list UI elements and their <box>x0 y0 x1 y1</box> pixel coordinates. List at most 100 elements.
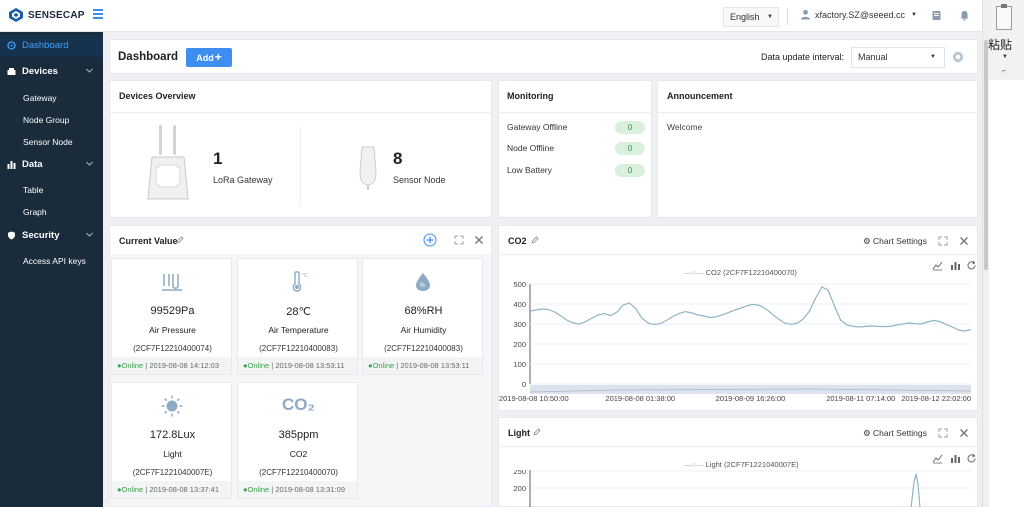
language-value: English <box>730 12 760 22</box>
sensor-timestamp: 2019-08-08 14:12:03 <box>149 361 219 370</box>
sidebar-item-table[interactable]: Table <box>23 185 43 195</box>
sidebar-item-node-group[interactable]: Node Group <box>23 115 69 125</box>
chart-settings-button[interactable]: ⚙ Chart Settings <box>863 428 927 439</box>
document-icon[interactable] <box>931 10 942 21</box>
gateway-device-icon <box>147 125 189 200</box>
user-menu[interactable]: xfactory.SZ@seeed.cc ▼ <box>800 9 917 20</box>
main-content: Dashboard Add+ Data update interval: Man… <box>103 33 982 507</box>
gear-icon[interactable] <box>952 51 964 63</box>
divider <box>110 112 491 113</box>
y-tick-label: 0 <box>522 380 526 389</box>
sensor-tile-air-pressure[interactable]: 99529Pa Air Pressure (2CF7F12210400074) … <box>111 258 232 375</box>
monitoring-low-battery-label: Low Battery <box>507 165 552 175</box>
trend-icon[interactable] <box>932 453 943 464</box>
y-tick-label: 100 <box>513 360 526 369</box>
divider <box>300 126 301 206</box>
gear-icon: ⚙ <box>863 428 871 438</box>
light-chart-card: Light ⚙ Chart Settings —○— Light (2CF7F1… <box>498 417 978 507</box>
x-tick-label: 2019-08-12 22:02:00 <box>901 394 971 403</box>
card-title: Monitoring <box>507 91 554 101</box>
sidebar-item-gateway[interactable]: Gateway <box>23 93 57 103</box>
sensecap-logo-icon <box>9 8 23 22</box>
sensor-tile-co2[interactable]: CO₂ 385ppm CO2 (2CF7F12210400070) ●Onlin… <box>237 382 358 499</box>
divider <box>787 8 788 25</box>
sensor-tile-air-temperature[interactable]: °C 28℃ Air Temperature (2CF7F12210400083… <box>237 258 358 375</box>
sensor-name: Light <box>163 449 182 459</box>
chart-settings-button[interactable]: ⚙ Chart Settings <box>863 236 927 247</box>
page-title: Dashboard <box>118 51 179 63</box>
chart-legend[interactable]: —○— Light (2CF7F1221040007E) <box>684 460 799 469</box>
sun-icon <box>161 395 183 417</box>
zoom-slider[interactable] <box>529 385 972 394</box>
data-update-interval-select[interactable]: Manual ▼ <box>851 47 945 68</box>
sensor-tile-light[interactable]: 172.8Lux Light (2CF7F1221040007E) ●Onlin… <box>111 382 232 499</box>
sidebar-item-devices[interactable]: Devices <box>0 61 103 83</box>
brand-logo[interactable]: SENSECAP <box>8 7 85 23</box>
sidebar-item-security[interactable]: Security <box>0 225 103 247</box>
monitoring-node-offline-badge: 0 <box>615 142 645 155</box>
co2-icon: CO₂ <box>281 395 316 414</box>
add-button[interactable]: Add+ <box>186 48 232 67</box>
user-icon <box>801 9 810 20</box>
expand-icon[interactable] <box>454 235 464 245</box>
page-scrollbar[interactable] <box>983 0 989 507</box>
legend-marker: —○— <box>684 268 704 277</box>
chevron-down-icon <box>86 161 93 166</box>
edit-pencil-icon[interactable] <box>176 236 184 244</box>
bell-icon[interactable] <box>959 10 970 21</box>
scrollbar-thumb[interactable] <box>984 40 988 270</box>
clipboard-icon[interactable] <box>996 4 1012 30</box>
dashboard-icon <box>7 41 16 50</box>
y-tick-label: 200 <box>513 484 526 493</box>
sidebar-item-sensor-node[interactable]: Sensor Node <box>23 137 73 147</box>
divider <box>499 446 977 447</box>
language-select[interactable]: English ▼ <box>723 7 779 27</box>
trend-icon[interactable] <box>932 260 943 271</box>
light-line-chart[interactable]: 200 250 <box>499 470 979 507</box>
chart-legend[interactable]: —○— CO2 (2CF7F12210400070) <box>684 268 797 277</box>
divider <box>499 254 977 255</box>
monitoring-node-offline-label: Node Offline <box>507 143 555 153</box>
sensor-name: Air Pressure <box>149 325 196 335</box>
sensor-timestamp: 2019-08-08 13:53:11 <box>400 361 470 370</box>
announcement-text: Welcome <box>667 122 703 132</box>
edit-pencil-icon[interactable] <box>531 236 539 244</box>
refresh-icon[interactable] <box>966 453 977 464</box>
co2-line-chart[interactable]: 0 100 200 300 400 500 2019-08-08 10:50:00 2019… <box>499 278 979 412</box>
bar-chart-icon[interactable] <box>950 260 961 271</box>
sidebar-item-dashboard[interactable]: Dashboard <box>0 35 103 57</box>
close-icon[interactable] <box>959 236 969 246</box>
card-title: Devices Overview <box>119 91 196 101</box>
expand-icon[interactable] <box>938 428 948 438</box>
sidebar: Dashboard Devices Gateway Node Group Sen… <box>0 32 103 507</box>
external-window-edge: 粘贴 ▼ ⌐ <box>982 0 1024 507</box>
bar-chart-icon[interactable] <box>950 453 961 464</box>
refresh-icon[interactable] <box>966 260 977 271</box>
chevron-down-icon[interactable]: ▼ <box>1002 54 1008 60</box>
sidebar-item-access-api-keys[interactable]: Access API keys <box>23 256 86 266</box>
user-email: xfactory.SZ@seeed.cc <box>815 9 905 20</box>
sensor-value: 172.8Lux <box>149 429 196 441</box>
menu-toggle-icon[interactable] <box>93 9 103 19</box>
y-tick-label: 500 <box>513 280 526 289</box>
sidebar-item-label: Data <box>22 159 43 170</box>
card-title: Current Value <box>119 236 178 246</box>
sensor-value: 28℃ <box>286 306 311 318</box>
close-icon[interactable] <box>959 428 969 438</box>
sidebar-item-data[interactable]: Data <box>0 154 103 176</box>
sensor-status-bar: ●Online | 2019-08-08 13:53:11 <box>238 357 357 374</box>
online-status: ●Online <box>117 361 144 370</box>
y-axis: 0 100 200 300 400 500 <box>513 280 531 389</box>
gear-icon: ⚙ <box>863 236 871 246</box>
sensor-tile-air-humidity[interactable]: % 68%RH Air Humidity (2CF7F12210400083) … <box>362 258 483 375</box>
svg-text:°C: °C <box>302 273 308 279</box>
close-icon[interactable] <box>474 235 484 245</box>
add-circle-icon[interactable] <box>423 233 437 247</box>
monitoring-gateway-offline-badge: 0 <box>615 121 645 134</box>
x-tick-label: 2019-08-09 16:26:00 <box>716 394 786 403</box>
edit-pencil-icon[interactable] <box>533 428 541 436</box>
sidebar-item-label: Dashboard <box>22 40 69 51</box>
sensor-name: Air Temperature <box>268 325 329 335</box>
expand-icon[interactable] <box>938 236 948 246</box>
sidebar-item-graph[interactable]: Graph <box>23 207 47 217</box>
